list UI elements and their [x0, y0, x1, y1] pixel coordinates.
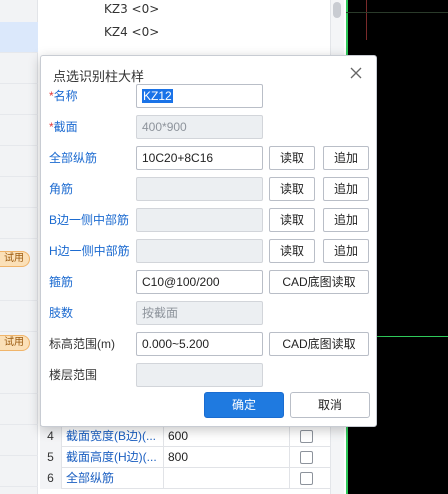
- elevation-label: 标高范围(m): [49, 337, 115, 351]
- left-panel-strip: 试用 试用: [0, 0, 38, 494]
- row-checkbox[interactable]: [300, 472, 313, 485]
- row-number: 6: [40, 468, 62, 489]
- elevation-input[interactable]: 0.000~5.200: [136, 332, 263, 356]
- scrollbar-thumb[interactable]: [333, 2, 341, 18]
- left-strip-row[interactable]: [0, 208, 38, 239]
- left-strip-row[interactable]: [0, 146, 38, 177]
- stirrup-cad-read-button[interactable]: CAD底图读取: [269, 270, 369, 294]
- all-rebar-append-button[interactable]: 追加: [323, 146, 369, 170]
- left-strip-row[interactable]: [0, 115, 38, 146]
- canvas-line: [346, 12, 448, 13]
- tree-node[interactable]: KZ3 <0>: [104, 2, 159, 16]
- h-side-rebar-input[interactable]: [136, 239, 263, 263]
- b-side-rebar-label: B边一侧中部筋: [49, 213, 130, 227]
- ok-button[interactable]: 确定: [204, 392, 284, 418]
- property-value[interactable]: [164, 468, 290, 489]
- name-input[interactable]: KZ12: [136, 84, 263, 108]
- trial-badge[interactable]: 试用: [0, 335, 30, 351]
- b-side-rebar-append-button[interactable]: 追加: [323, 208, 369, 232]
- left-strip-row[interactable]: [0, 301, 38, 332]
- b-side-rebar-read-button[interactable]: 读取: [269, 208, 315, 232]
- corner-rebar-label: 角筋: [49, 182, 74, 196]
- corner-rebar-input[interactable]: [136, 177, 263, 201]
- left-strip-row[interactable]: [0, 84, 38, 115]
- properties-grid: 4 截面宽度(B边)(... 600 5 截面高度(H边)(... 800 6 …: [40, 425, 330, 489]
- left-strip-row-selected[interactable]: [0, 22, 38, 53]
- name-value-selected: KZ12: [142, 89, 173, 103]
- canvas-line: [366, 0, 367, 40]
- left-strip-row[interactable]: [0, 425, 38, 456]
- close-icon[interactable]: [347, 64, 365, 82]
- property-value[interactable]: 600: [164, 426, 290, 447]
- table-row[interactable]: 5 截面高度(H边)(... 800: [40, 447, 330, 468]
- leg-count-label: 肢数: [49, 306, 74, 320]
- left-strip-row[interactable]: [0, 177, 38, 208]
- left-strip-row[interactable]: [0, 270, 38, 301]
- all-rebar-label: 全部纵筋: [49, 151, 98, 165]
- all-rebar-input[interactable]: 10C20+8C16: [136, 146, 263, 170]
- h-side-rebar-append-button[interactable]: 追加: [323, 239, 369, 263]
- component-tree: KZ3 <0> KZ4 <0>: [38, 0, 338, 60]
- leg-count-input[interactable]: 按截面: [136, 301, 263, 325]
- elevation-cad-read-button[interactable]: CAD底图读取: [269, 332, 369, 356]
- corner-rebar-read-button[interactable]: 读取: [269, 177, 315, 201]
- property-name: 截面宽度(B边)(...: [62, 426, 164, 447]
- section-input[interactable]: 400*900: [136, 115, 263, 139]
- row-number: 4: [40, 426, 62, 447]
- cancel-button[interactable]: 取消: [290, 392, 370, 418]
- pick-column-detail-dialog: 点选识别柱大样 *名称 KZ12 *截面 400*900 全部纵筋 10C20+…: [40, 55, 377, 427]
- row-checkbox[interactable]: [300, 430, 313, 443]
- left-strip-row[interactable]: [0, 456, 38, 487]
- floor-range-input[interactable]: [136, 363, 263, 387]
- property-value[interactable]: 800: [164, 447, 290, 468]
- property-name: 截面高度(H边)(...: [62, 447, 164, 468]
- stirrup-label: 箍筋: [49, 275, 74, 289]
- row-checkbox[interactable]: [300, 451, 313, 464]
- table-row[interactable]: 4 截面宽度(B边)(... 600: [40, 426, 330, 447]
- section-label: *截面: [49, 120, 78, 134]
- left-strip-row[interactable]: [0, 394, 38, 425]
- all-rebar-read-button[interactable]: 读取: [269, 146, 315, 170]
- h-side-rebar-label: H边一侧中部筋: [49, 244, 130, 258]
- stirrup-input[interactable]: C10@100/200: [136, 270, 263, 294]
- dialog-title: 点选识别柱大样: [53, 69, 145, 84]
- name-label: *名称: [49, 89, 78, 103]
- left-strip-row[interactable]: [0, 363, 38, 394]
- h-side-rebar-read-button[interactable]: 读取: [269, 239, 315, 263]
- table-row[interactable]: 6 全部纵筋: [40, 468, 330, 489]
- property-name: 全部纵筋: [62, 468, 164, 489]
- corner-rebar-append-button[interactable]: 追加: [323, 177, 369, 201]
- trial-badge[interactable]: 试用: [0, 251, 30, 267]
- tree-node[interactable]: KZ4 <0>: [104, 25, 159, 39]
- row-number: 5: [40, 447, 62, 468]
- b-side-rebar-input[interactable]: [136, 208, 263, 232]
- left-strip-row[interactable]: [0, 53, 38, 84]
- floor-range-label: 楼层范围: [49, 368, 98, 382]
